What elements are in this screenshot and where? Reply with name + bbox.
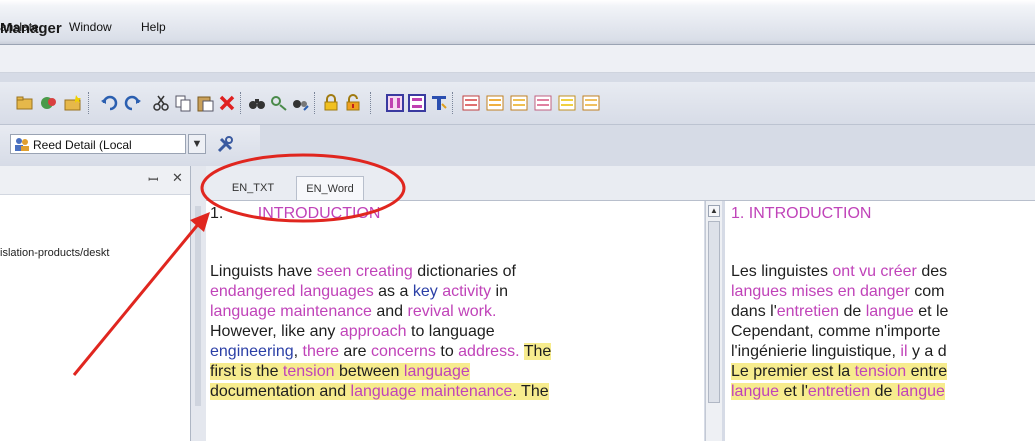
text-line: Les linguistes ont vu créer des (731, 263, 948, 280)
color-scheme-3-icon[interactable] (510, 94, 528, 112)
text-line: l'ingénierie linguistique, il y a d (731, 343, 947, 360)
find-next-icon[interactable] (292, 94, 310, 112)
paste-icon[interactable] (196, 94, 214, 112)
splitter-handle[interactable] (195, 206, 201, 406)
pin-icon[interactable]: ꟷ (148, 170, 159, 188)
tools-icon[interactable] (216, 136, 234, 154)
copy-icon[interactable] (174, 94, 192, 112)
left-panel (0, 166, 191, 441)
open-folder-icon[interactable] (16, 94, 34, 112)
color-scheme-2-icon[interactable] (486, 94, 504, 112)
menu-bar (0, 45, 1035, 73)
text-line: However, like any approach to language (210, 323, 495, 340)
project-path-text[interactable]: islation-products/deskt (0, 247, 109, 259)
scrollbar-thumb[interactable] (708, 221, 720, 403)
source-scrollbar[interactable]: ▲ (705, 201, 722, 441)
text-line: endangered languages as a key activity i… (210, 283, 509, 300)
unlock-icon[interactable] (344, 94, 362, 112)
resource-select-value: Reed Detail (Local (33, 138, 132, 152)
text-line: Cependant, comme n'importe (731, 323, 941, 340)
connect-icon[interactable] (40, 94, 58, 112)
undo-icon[interactable] (100, 94, 118, 112)
text-line: langue et l'entretien de langue (731, 383, 945, 400)
tab-en-word[interactable]: EN_Word (296, 176, 364, 200)
menu-help[interactable]: Help (141, 20, 166, 34)
toolbar-separator (88, 92, 91, 114)
close-icon[interactable]: ✕ (172, 170, 183, 186)
left-panel-header: ꟷ ✕ (0, 166, 190, 195)
tab-en-txt[interactable]: EN_TXT (212, 176, 294, 200)
scroll-up-icon[interactable]: ▲ (708, 205, 720, 217)
lock-icon[interactable] (322, 94, 340, 112)
find-replace-icon[interactable] (270, 94, 288, 112)
source-document-pane[interactable]: 1. INTRODUCTION Linguists have seen crea… (206, 201, 704, 441)
target-heading: 1. INTRODUCTION (731, 205, 872, 222)
text-line: engineering, there are concerns to addre… (210, 343, 552, 360)
text-line: dans l'entretien de langue et le (731, 303, 949, 320)
find-icon[interactable] (248, 94, 266, 112)
text-line: first is the tension between language (210, 363, 470, 380)
text-line: language maintenance and revival work. (210, 303, 497, 320)
color-scheme-1-icon[interactable] (462, 94, 480, 112)
side-by-side-view-icon[interactable] (386, 94, 404, 112)
toolbar-separator (452, 92, 455, 114)
color-scheme-4-icon[interactable] (534, 94, 552, 112)
chevron-down-icon[interactable]: ▼ (188, 134, 206, 154)
format-icon[interactable] (430, 94, 448, 112)
text-line: Le premier est la tension entre (731, 363, 948, 380)
text-line: langues mises en danger com (731, 283, 945, 300)
heading-text: INTRODUCTION (257, 205, 381, 222)
users-icon (15, 138, 29, 151)
text-line: Linguists have seen creating dictionarie… (210, 263, 516, 280)
delete-icon[interactable] (218, 94, 236, 112)
resource-select[interactable]: Reed Detail (Local (10, 134, 186, 154)
target-document-pane[interactable]: 1. INTRODUCTION Les linguistes ont vu cr… (725, 201, 1035, 441)
redo-icon[interactable] (124, 94, 142, 112)
menu-window[interactable]: Window (69, 20, 112, 34)
toolbar-separator (370, 92, 373, 114)
color-scheme-6-icon[interactable] (582, 94, 600, 112)
panel-splitter[interactable] (190, 166, 207, 441)
toolbar-separator (314, 92, 317, 114)
menu-translate[interactable]: anslate (0, 20, 39, 34)
text-line: documentation and language maintenance. … (210, 383, 549, 400)
cut-icon[interactable] (152, 94, 170, 112)
toolbar-separator (240, 92, 243, 114)
top-bottom-view-icon[interactable] (408, 94, 426, 112)
color-scheme-5-icon[interactable] (558, 94, 576, 112)
heading-number: 1. (210, 205, 224, 222)
new-folder-icon[interactable] (64, 94, 82, 112)
